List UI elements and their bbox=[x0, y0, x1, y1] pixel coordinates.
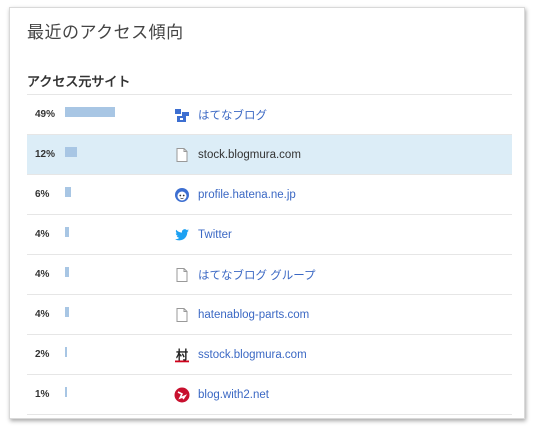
referrer-row[interactable]: 4% hatenablog-parts.com bbox=[27, 295, 512, 335]
referrer-share-bar bbox=[65, 307, 69, 317]
referrer-share-bar bbox=[65, 107, 115, 117]
referrer-list: 49% はてなブログ 12% stock.blogmura.com 6% profile.… bbox=[27, 94, 512, 415]
referrer-row[interactable]: 49% はてなブログ bbox=[27, 95, 512, 135]
referrer-share-bar bbox=[65, 267, 69, 277]
referrer-percent: 4% bbox=[35, 309, 50, 320]
referrer-row[interactable]: 4% Twitter bbox=[27, 215, 512, 255]
referrer-percent: 1% bbox=[35, 389, 50, 400]
referrer-site-link[interactable]: profile.hatena.ne.jp bbox=[198, 189, 296, 201]
referrer-percent: 2% bbox=[35, 349, 50, 360]
twitter-bird-icon bbox=[174, 227, 190, 243]
referrer-share-bar bbox=[65, 227, 69, 237]
section-heading: アクセス元サイト bbox=[27, 74, 131, 89]
referrer-percent: 4% bbox=[35, 229, 50, 240]
referrer-row[interactable]: 12% stock.blogmura.com bbox=[27, 135, 512, 175]
referrer-share-bar bbox=[65, 147, 77, 157]
referrer-site-link[interactable]: blog.with2.net bbox=[198, 389, 269, 401]
referrer-site-link[interactable]: Twitter bbox=[198, 229, 232, 241]
blogmura-icon: 村 bbox=[174, 347, 190, 363]
hatena-blog-icon bbox=[174, 107, 190, 123]
hatena-profile-icon bbox=[174, 187, 190, 203]
referrer-site-link[interactable]: hatenablog-parts.com bbox=[198, 309, 309, 321]
referrer-site: はてなブログ bbox=[174, 95, 267, 135]
svg-text:村: 村 bbox=[176, 347, 188, 362]
referrer-row[interactable]: 6% profile.hatena.ne.jp bbox=[27, 175, 512, 215]
referrer-site-link[interactable]: sstock.blogmura.com bbox=[198, 349, 307, 361]
referrer-site: blog.with2.net bbox=[174, 375, 269, 415]
referrer-site: Twitter bbox=[174, 215, 232, 255]
referrer-site: hatenablog-parts.com bbox=[174, 295, 309, 335]
document-icon bbox=[174, 307, 190, 323]
referrer-percent: 4% bbox=[35, 269, 50, 280]
referrer-site: 村 sstock.blogmura.com bbox=[174, 335, 307, 375]
access-trend-panel: 最近のアクセス傾向 アクセス元サイト 49% はてなブログ 12% stock.blo… bbox=[9, 7, 525, 419]
referrer-site-link[interactable]: はてなブログ bbox=[198, 107, 267, 123]
referrer-row[interactable]: 2% 村 sstock.blogmura.com bbox=[27, 335, 512, 375]
referrer-percent: 12% bbox=[35, 149, 56, 160]
referrer-row[interactable]: 1% blog.with2.net bbox=[27, 375, 512, 415]
referrer-site: stock.blogmura.com bbox=[174, 135, 301, 175]
document-icon bbox=[174, 267, 190, 283]
referrer-site: profile.hatena.ne.jp bbox=[174, 175, 296, 215]
referrer-share-bar bbox=[65, 387, 67, 397]
referrer-percent: 49% bbox=[35, 109, 56, 120]
referrer-share-bar bbox=[65, 187, 71, 197]
referrer-percent: 6% bbox=[35, 189, 50, 200]
referrer-site: はてなブログ グループ bbox=[174, 255, 316, 295]
referrer-site-link[interactable]: stock.blogmura.com bbox=[198, 149, 301, 161]
referrer-row[interactable]: 4% はてなブログ グループ bbox=[27, 255, 512, 295]
panel-title: 最近のアクセス傾向 bbox=[27, 23, 184, 42]
with2-ranking-icon bbox=[174, 387, 190, 403]
referrer-share-bar bbox=[65, 347, 67, 357]
document-icon bbox=[174, 147, 190, 163]
referrer-site-link[interactable]: はてなブログ グループ bbox=[198, 267, 316, 283]
